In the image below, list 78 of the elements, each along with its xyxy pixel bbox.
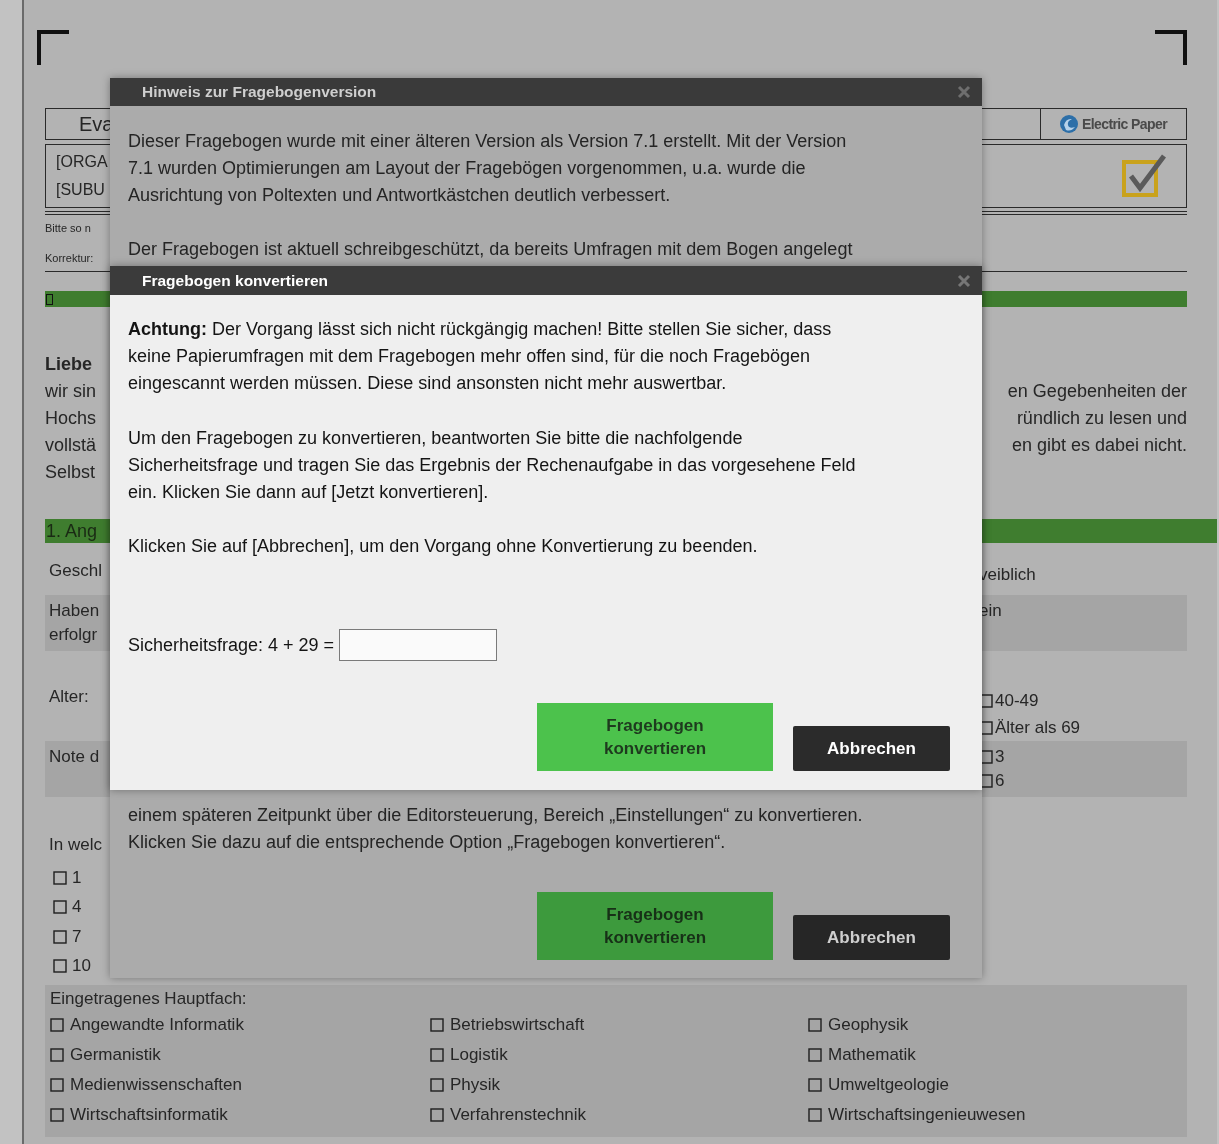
checkbox[interactable] (808, 1048, 822, 1062)
option-label: Verfahrenstechnik (450, 1105, 587, 1125)
cancel-button[interactable]: Abbrechen (793, 726, 950, 771)
option-label: Angewandte Informatik (70, 1015, 244, 1035)
note-text: Bitte so n (45, 222, 91, 234)
security-question: Sicherheitsfrage: 4 + 29 = (128, 634, 335, 656)
checkbox[interactable] (808, 1078, 822, 1092)
checkbox[interactable] (430, 1018, 444, 1032)
logo-text: Electric Paper (1082, 116, 1167, 132)
question-text: Geschl (49, 561, 103, 581)
checkbox[interactable] (430, 1078, 444, 1092)
placeholder-tag: [ORGA (56, 148, 111, 176)
dialog-paragraph: Um den Fragebogen zu konvertieren, beantworten Sie bitte die nachfolgende Sicherheitsfrage und tragen Sie das Ergebnis der Rechenaufgabe in das vorgesehene Feld ein. Klicken Sie dann auf [Jetzt konvertieren]. (128, 427, 857, 504)
option-label: Mathematik (828, 1045, 916, 1065)
option-label: Physik (450, 1075, 501, 1095)
cancel-button[interactable]: Abbrechen (793, 915, 950, 960)
intro-text: Selbst (45, 461, 97, 484)
option-label: 3 (995, 746, 1005, 768)
option-label: 4 (72, 897, 82, 918)
question-text: Alter: (49, 687, 90, 707)
option-label: Wirtschaftsingenieuwesen (828, 1105, 1026, 1125)
greeting-text: Liebe (45, 354, 92, 374)
option-label: Medienwissenschaften (70, 1075, 242, 1095)
intro-text: wir sin (45, 380, 97, 403)
option-label: Umweltgeologie (828, 1075, 949, 1095)
dialog-paragraph: Klicken Sie auf [Abbrechen], um den Vorgang ohne Konvertierung zu beenden. (128, 535, 759, 558)
section-title: 1. Ang (45, 521, 98, 541)
checkbox[interactable] (53, 870, 67, 885)
option-label: 6 (995, 770, 1005, 792)
checkbox[interactable] (53, 929, 67, 944)
checkbox[interactable] (50, 1018, 64, 1032)
dialog-paragraph: einem späteren Zeitpunkt über die Editorsteuerung, Bereich „Einstellungen“ zu konvertieren. Klicken Sie dazu auf die entsprechende Option „Fragebogen konvertieren“. (128, 804, 864, 854)
option-label: 1 (72, 867, 82, 888)
checkbox[interactable] (53, 900, 67, 915)
close-button[interactable] (956, 272, 972, 289)
question-text: In welc (49, 835, 102, 854)
convert-button[interactable]: Fragebogen konvertieren (537, 892, 773, 960)
dialog-title: Hinweis zur Fragebogenversion (142, 83, 377, 101)
intro-text: ründlich zu lesen und (1016, 407, 1187, 430)
intro-text: vollstä (45, 434, 98, 457)
option-label: 10 (72, 956, 91, 977)
corner-mark-icon (1155, 30, 1187, 65)
checkbox-logo-icon (1122, 154, 1168, 198)
option-label: Wirtschaftsinformatik (70, 1105, 228, 1125)
option-label: Älter als 69 (995, 717, 1081, 739)
dialog-paragraph: Achtung: Der Vorgang lässt sich nicht rückgängig machen! Bitte stellen Sie sicher, dass keine Papierumfragen mit dem Fragebogen mehr offen sind, für die noch Fragebögen eingescannt werden müssen. Diese sind ansonsten nicht mehr auswertbar. (128, 318, 833, 395)
checkbox[interactable] (50, 1048, 64, 1062)
checkbox[interactable] (430, 1108, 444, 1122)
note-text: Korrektur: (45, 252, 94, 264)
checkbox[interactable] (50, 1108, 64, 1122)
checkbox[interactable] (53, 959, 67, 974)
answer-label: veiblich (979, 564, 1037, 586)
question-text: erfolgr (49, 624, 99, 646)
checkbox[interactable] (50, 1078, 64, 1092)
option-label: Betriebswirtschaft (450, 1015, 585, 1035)
convert-button[interactable]: Fragebogen konvertieren (537, 703, 773, 771)
close-button[interactable] (956, 84, 972, 100)
corner-mark-icon (37, 30, 69, 65)
intro-text: en Gegebenheiten der (1007, 380, 1187, 403)
option-label: 40-49 (995, 690, 1039, 712)
option-label: Logistik (450, 1045, 508, 1065)
dialog-title: Fragebogen konvertieren (142, 271, 329, 290)
option-label: Germanistik (70, 1045, 161, 1065)
checkbox[interactable] (808, 1018, 822, 1032)
option-label: 7 (72, 926, 82, 947)
dialog-paragraph: Der Fragebogen ist aktuell schreibgeschützt, da bereits Umfragen mit dem Bogen angelegt (128, 238, 854, 261)
option-label: Geophysik (828, 1015, 909, 1035)
question-text: Note d (49, 746, 101, 768)
intro-text: en gibt es dabei nicht. (1011, 434, 1187, 457)
placeholder-tag: [SUBU (56, 176, 111, 204)
answer-field[interactable] (339, 629, 498, 661)
question-text: Haben (49, 600, 101, 622)
dialog-paragraph: Dieser Fragebogen wurde mit einer älteren Version als Version 7.1 erstellt. Mit der Version 7.1 wurden Optimierungen am Layout der Fragebögen vorgenommen, u.a. wurde die Ausrichtung von Poltexten und Antwortkästchen deutlich verbessert. (128, 130, 848, 207)
checkbox[interactable] (808, 1108, 822, 1122)
intro-text: Hochs (45, 407, 98, 430)
question-text: Eingetragenes Hauptfach: (50, 988, 248, 1010)
swirl-logo-icon (1059, 113, 1079, 135)
checkbox[interactable] (430, 1048, 444, 1062)
